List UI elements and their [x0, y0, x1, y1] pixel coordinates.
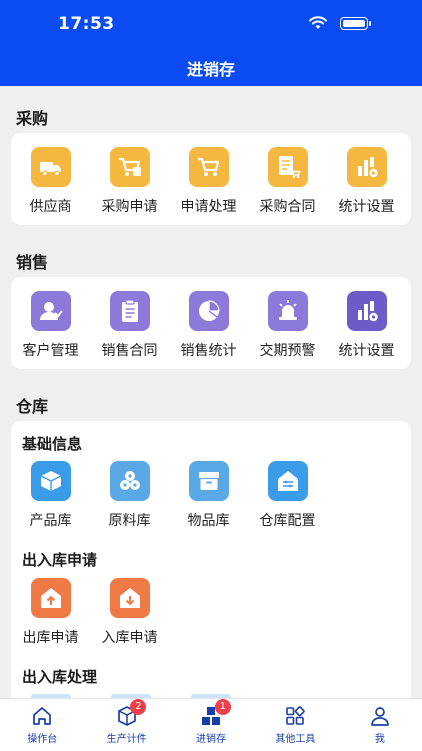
apps-icon [286, 706, 306, 725]
archive-box-icon [188, 461, 229, 501]
item-label: 采购合同 [259, 199, 316, 215]
main-scroll[interactable]: 采购 供应商 采购申请 申请处理 采购合同 统计设置 销售 客户管理 销售合同 … [0, 86, 422, 698]
item-outbound-request[interactable]: 出库申请 [11, 578, 90, 647]
purchase-card: 供应商 采购申请 申请处理 采购合同 统计设置 [11, 133, 411, 225]
tab-production-piecework[interactable]: 2 生产计件 [84, 699, 168, 751]
item-inbound-request[interactable]: 入库申请 [90, 578, 169, 647]
item-label: 采购申请 [101, 199, 158, 215]
status-icons [308, 16, 371, 30]
item-delivery-warning[interactable]: 交期预警 [248, 291, 327, 360]
section-title-sales: 销售 [16, 253, 49, 272]
tab-label: 生产计件 [106, 734, 147, 745]
contract-cart-icon [267, 147, 308, 187]
clipboard-icon [109, 291, 150, 331]
item-label: 出库申请 [22, 630, 79, 646]
item-sales-stats-settings[interactable]: 统计设置 [327, 291, 406, 360]
warehouse-config-icon [267, 461, 308, 501]
customer-icon [30, 291, 71, 331]
item-product-storage[interactable]: 产品库 [11, 461, 90, 530]
item-warehouse-config[interactable]: 仓库配置 [248, 461, 327, 530]
item-label: 客户管理 [22, 343, 79, 359]
item-label: 供应商 [29, 199, 72, 215]
item-label: 统计设置 [338, 199, 395, 215]
stats-gear-icon [346, 147, 387, 187]
subsection-title-apply: 出入库申请 [22, 551, 98, 569]
tab-bar: 操作台 2 生产计件 1 进销存 其他工具 我 [0, 698, 422, 751]
tab-other-tools[interactable]: 其他工具 [253, 699, 337, 751]
pie-chart-icon [188, 291, 229, 331]
tab-inventory[interactable]: 1 进销存 [169, 699, 253, 751]
subsection-title-process: 出入库处理 [22, 668, 98, 686]
item-purchase-request[interactable]: 采购申请 [90, 147, 169, 216]
item-label: 原料库 [108, 513, 151, 529]
badge-count: 2 [130, 699, 147, 715]
item-goods-storage[interactable]: 物品库 [169, 461, 248, 530]
header: 17:53 进销存 [0, 0, 422, 86]
stats-gear-icon [346, 291, 387, 331]
subsection-title-basic: 基础信息 [22, 435, 83, 453]
item-sales-stats[interactable]: 销售统计 [169, 291, 248, 360]
outbound-icon [30, 578, 71, 618]
item-label: 产品库 [29, 513, 72, 529]
section-title-warehouse: 仓库 [16, 397, 49, 416]
item-purchase-stats-settings[interactable]: 统计设置 [327, 147, 406, 216]
warehouse-card: 基础信息 产品库 原料库 物品库 仓库配置 出入库申请 出库申请 入库申请 出入… [11, 421, 411, 698]
item-label: 销售合同 [101, 343, 158, 359]
alarm-icon [267, 291, 308, 331]
item-label: 销售统计 [180, 343, 237, 359]
item-label: 申请处理 [180, 199, 237, 215]
tab-label: 其他工具 [275, 734, 316, 745]
tab-label: 进销存 [196, 734, 227, 745]
item-label: 物品库 [187, 513, 230, 529]
tab-label: 操作台 [27, 734, 58, 745]
status-time: 17:53 [58, 14, 115, 34]
item-material-storage[interactable]: 原料库 [90, 461, 169, 530]
product-box-icon [30, 461, 71, 501]
section-title-purchase: 采购 [16, 109, 49, 128]
item-request-process[interactable]: 申请处理 [169, 147, 248, 216]
item-label: 交期预警 [259, 343, 316, 359]
badge-count: 1 [214, 699, 231, 715]
page-title: 进销存 [186, 60, 235, 79]
inbound-icon [109, 578, 150, 618]
cart-icon [109, 147, 150, 187]
wifi-icon [309, 16, 327, 29]
item-sales-contract[interactable]: 销售合同 [90, 291, 169, 360]
tab-me[interactable]: 我 [338, 699, 422, 751]
sales-card: 客户管理 销售合同 销售统计 交期预警 统计设置 [11, 277, 411, 369]
item-label: 统计设置 [338, 343, 395, 359]
user-icon [370, 707, 389, 726]
material-rolls-icon [109, 461, 150, 501]
tab-label: 我 [374, 734, 385, 745]
item-customer-management[interactable]: 客户管理 [11, 291, 90, 360]
home-icon [33, 707, 52, 725]
item-label: 仓库配置 [259, 513, 316, 529]
item-purchase-contract[interactable]: 采购合同 [248, 147, 327, 216]
battery-icon [340, 16, 371, 30]
item-supplier[interactable]: 供应商 [11, 147, 90, 216]
cart-process-icon [188, 147, 229, 187]
truck-icon [30, 147, 71, 187]
tab-console[interactable]: 操作台 [0, 699, 84, 751]
item-label: 入库申请 [101, 630, 158, 646]
